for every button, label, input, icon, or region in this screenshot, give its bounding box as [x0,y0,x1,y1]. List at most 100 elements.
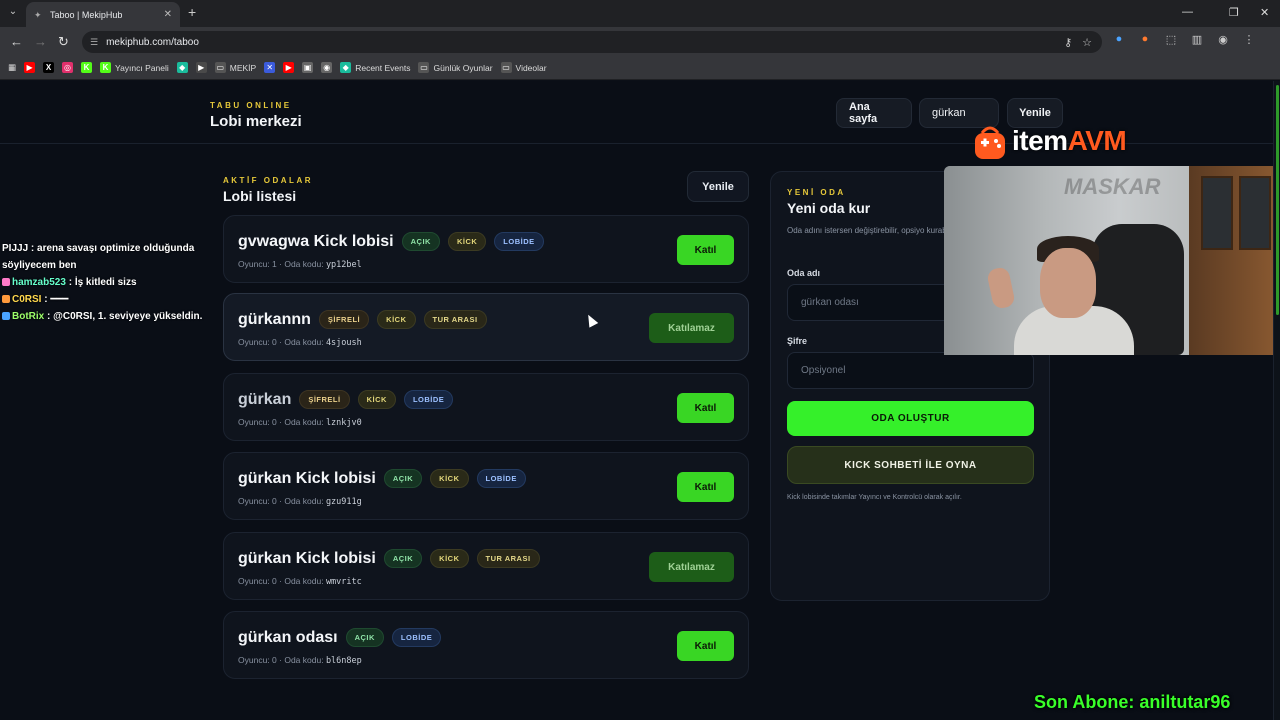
room-status-badge: AÇIK [383,549,423,568]
room-status-badge: TUR ARASI [476,549,540,568]
lobby-page: TABU ONLINE Lobi merkezi Ana sayfa gürka… [0,81,1280,720]
reload-icon[interactable]: ↻ [58,34,69,50]
chat-badge-icon [2,295,10,303]
site-info-icon[interactable]: ☰ [90,37,98,48]
room-card: gürkan odası AÇIK LOBİDE Oyuncu: 0 · Oda ko… [223,611,749,679]
password-key-icon[interactable]: ⚷ [1064,36,1072,49]
chat-badge-icon [2,278,10,286]
lobby-refresh-button[interactable]: Yenile [687,171,749,202]
bookmark-item[interactable]: ▭ Günlük Oyunlar [418,62,493,73]
room-status-badge: ŞİFRELİ [299,390,350,409]
chat-text: ━━━ [50,294,69,305]
join-room-button[interactable]: Katıl [677,631,734,661]
minimize-icon[interactable]: — [1182,6,1193,18]
room-status-badge: ŞİFRELİ [318,310,370,329]
bookmark-item[interactable]: X [43,62,55,73]
bookmark-icon: ◆ [340,62,352,73]
address-bar[interactable]: ☰ mekiphub.com/taboo ⚷ ☆ [82,31,1102,53]
join-disabled-button[interactable]: Katılamaz [649,313,734,343]
bookmark-item[interactable]: ✕ [264,62,276,73]
side-panel-icon[interactable]: ▥ [1190,33,1204,46]
room-title-row: gürkan odası AÇIK LOBİDE [238,628,442,647]
chat-username: PIJJJ [2,243,29,254]
room-status-badge: KİCK [430,549,469,568]
room-name-placeholder: gürkan odası [801,297,859,308]
lobby-title: Lobi listesi [223,188,297,204]
browser-menu-icon[interactable]: ⋮ [1242,33,1256,46]
bookmark-icon: K [100,62,112,73]
chat-username: C0RSI [12,294,42,305]
player-count-label: Oyuncu: [238,655,270,665]
room-status-badge: AÇIK [345,628,384,647]
room-code-label: Oda kodu: [284,576,324,586]
bookmark-item[interactable]: ◆ [176,62,188,73]
room-code: wmvritc [325,577,362,587]
bookmark-item[interactable]: ▣ [302,62,314,73]
tab-title: Taboo | MekipHub [50,9,123,20]
lobby-header: AKTİF ODALAR Lobi listesi [223,176,313,204]
tab-search-icon[interactable]: ⌄ [6,6,20,20]
room-name: gürkan odası [238,628,338,646]
room-code: gzu911g [325,497,362,507]
join-room-button[interactable]: Katıl [677,472,734,502]
bookmark-item[interactable]: ▶ [283,62,295,73]
page-brand: TABU ONLINE Lobi merkezi [210,101,302,130]
join-room-button[interactable]: Katıl [677,393,734,423]
last-subscriber-alert: Son Abone: aniltutar96 [1034,692,1231,712]
player-count-label: Oyuncu: [238,576,270,586]
kick-chat-play-button[interactable]: KICK SOHBETİ İLE OYNA [787,446,1034,484]
bookmark-item[interactable]: ▭ MEKİP [214,62,256,73]
sponsor-logo: itemAVM [972,121,1127,161]
bookmark-star-icon[interactable]: ☆ [1082,36,1092,49]
bookmark-item[interactable]: ▭ Videolar [500,62,547,73]
profile-avatar-icon[interactable]: ◉ [1216,33,1230,46]
bookmark-item[interactable]: ▶ [24,62,36,73]
tab-close-icon[interactable]: ✕ [164,9,172,20]
chat-message: hamzab523 : İş kitledi sizs [2,274,217,291]
room-card: gürkan ŞİFRELİ KİCK LOBİDE Oyuncu: 0 · Oda k… [223,373,749,441]
room-status-badge: LOBİDE [494,232,544,251]
extension-blue-icon[interactable]: ● [1112,33,1126,46]
room-title-row: gürkan ŞİFRELİ KİCK LOBİDE [238,390,454,409]
chat-message: C0RSI : ━━━ [2,291,217,308]
window-close-icon[interactable]: ✕ [1260,6,1269,19]
player-count: 0 [272,337,277,347]
player-count: 0 [272,496,277,506]
room-status-badge: KİCK [357,390,396,409]
join-disabled-button[interactable]: Katılamaz [649,552,734,582]
forward-icon[interactable]: → [34,34,47,49]
bookmark-item[interactable]: ◉ [321,62,333,73]
room-title-row: gürkan Kick lobisi AÇIK KİCK LOBİDE [238,469,526,488]
bookmark-icon: ◉ [321,62,333,73]
lobby-eyebrow: AKTİF ODALAR [223,176,313,185]
bookmark-label: Günlük Oyunlar [433,62,493,73]
bookmark-item[interactable]: K Yayıncı Paneli [100,62,169,73]
room-meta: Oyuncu: 1 · Oda kodu: yp12bel [238,259,362,270]
bookmark-item[interactable]: K [81,62,93,73]
new-tab-icon[interactable]: + [188,4,196,20]
password-input[interactable]: Opsiyonel [787,352,1034,389]
bookmark-icon: ▭ [500,62,512,73]
page-title: Lobi merkezi [210,113,302,130]
apps-grid-icon[interactable]: ▦ [8,62,16,73]
room-title-row: gürkannn ŞİFRELİ KİCK TUR ARASI [238,310,487,329]
chat-message: BotRix : @C0RSI, 1. seviyeye yükseldin. [2,308,217,325]
back-icon[interactable]: ← [10,34,23,49]
room-meta: Oyuncu: 0 · Oda kodu: bl6n8ep [238,655,362,666]
page-scrollbar[interactable] [1273,81,1280,720]
room-name: gürkan Kick lobisi [238,469,376,487]
bookmark-item[interactable]: ▶ [195,62,207,73]
password-placeholder: Opsiyonel [801,365,846,376]
new-room-footnote: Kick lobisinde takımlar Yayıncı ve Kontr… [787,494,962,501]
join-room-button[interactable]: Katıl [677,235,734,265]
bookmark-item[interactable]: ◎ [62,62,74,73]
bookmark-label: Videolar [515,62,547,73]
home-button[interactable]: Ana sayfa [836,98,912,128]
extension-orange-icon[interactable]: ● [1138,33,1152,46]
chat-badge-icon [2,312,10,320]
bookmark-item[interactable]: ◆ Recent Events [340,62,410,73]
extensions-puzzle-icon[interactable]: ⬚ [1164,33,1178,46]
create-room-button[interactable]: ODA OLUŞTUR [787,401,1034,436]
browser-tab-active[interactable]: ✦ Taboo | MekipHub ✕ [26,2,180,27]
restore-icon[interactable]: ❐ [1229,6,1239,19]
